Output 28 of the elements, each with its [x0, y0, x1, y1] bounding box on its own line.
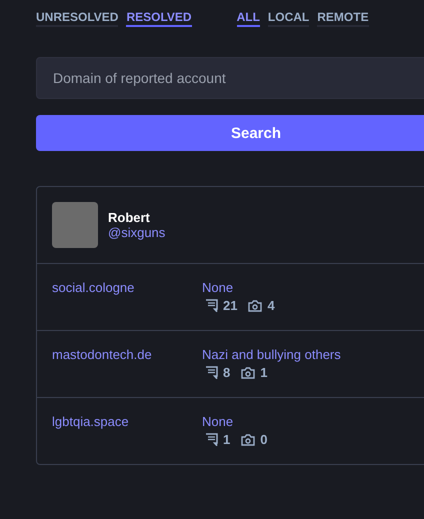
report-reason: Nazi and bullying others — [202, 347, 341, 362]
avatar-placeholder — [52, 202, 98, 248]
filter-tab[interactable]: RESOLVED — [126, 10, 192, 27]
comment-count: 1 — [223, 432, 230, 447]
filter-tab[interactable]: LOCAL — [268, 10, 310, 27]
filter-tab[interactable]: UNRESOLVED — [36, 10, 118, 27]
comment-count: 21 — [223, 298, 238, 313]
reporter-domain: social.cologne — [52, 280, 136, 297]
account-handle: @sixguns — [108, 225, 166, 240]
comment-icon — [205, 299, 218, 312]
attachment-count: 1 — [260, 365, 268, 380]
report-reason: None — [202, 414, 234, 429]
search-button[interactable]: Search — [36, 115, 424, 151]
display-name: Robert — [108, 210, 151, 225]
filter-tab[interactable]: ALL — [236, 10, 260, 27]
camera-icon — [241, 366, 256, 378]
camera-icon — [248, 300, 262, 312]
comment-icon — [205, 433, 218, 446]
attachment-count: 0 — [260, 432, 268, 447]
comment-icon — [205, 366, 218, 379]
filter-tab[interactable]: REMOTE — [317, 10, 369, 27]
domain-search-field[interactable]: Domain of reported account — [36, 57, 424, 99]
reporter-domain: mastodontech.de — [52, 347, 153, 364]
report-reason: None — [202, 280, 234, 295]
attachment-count: 4 — [267, 298, 275, 313]
reporter-domain: lgbtqia.space — [52, 414, 130, 431]
comment-count: 8 — [223, 365, 230, 380]
camera-icon — [241, 434, 256, 446]
